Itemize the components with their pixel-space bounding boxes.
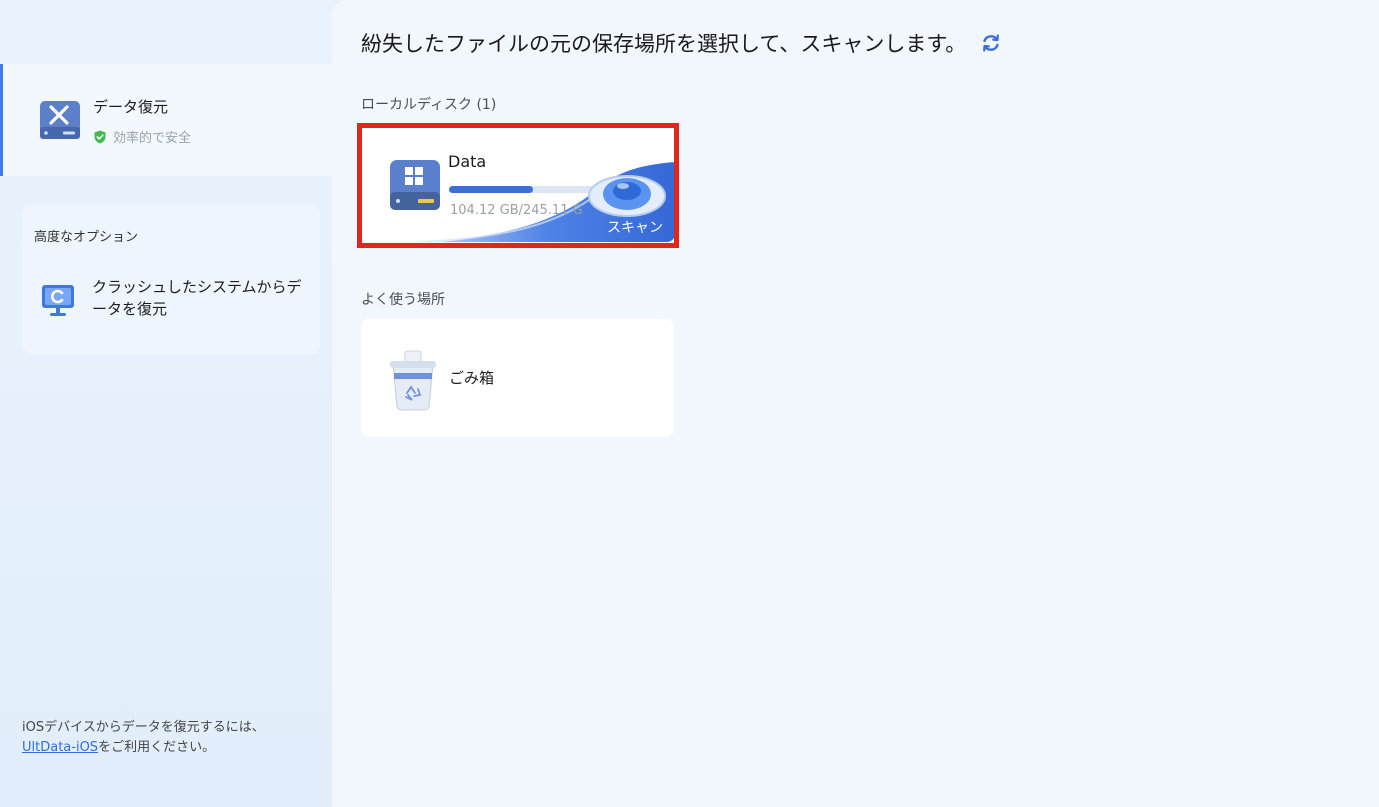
crashed-system-recovery-label: クラッシュしたシステムからデータを復元 [92,278,302,318]
disk-name: Data [448,152,487,171]
disk-card-data[interactable]: Data 104.12 GB/245.11 G スキャン [361,126,675,242]
windows-drive-icon [390,160,440,210]
ios-note-prefix: iOSデバイスからデータを復元するには、 [22,720,265,735]
advanced-options-heading: 高度なオプション [34,230,139,245]
ios-note-suffix: をご利用ください。 [98,740,216,755]
local-disk-section-label: ローカルディスク (1) [361,97,497,113]
page-title: 紛失したファイルの元の保存場所を選択して、スキャンします。 [361,28,1002,58]
main-panel: 紛失したファイルの元の保存場所を選択して、スキャンします。 ローカルディスク (… [332,0,1379,807]
trash-label: ごみ箱 [449,369,495,387]
crashed-system-recovery-option[interactable]: クラッシュしたシステムからデータを復元 [34,272,314,332]
advanced-options-card: 高度なオプション クラッシュしたシステムからデータを復元 [22,204,320,354]
sidebar: データ復元 効率的で安全 高度なオプション クラッシュしたシステムからデータを復… [0,0,332,807]
trash-location-card[interactable]: ごみ箱 [361,319,674,437]
frequent-locations-label: よく使う場所 [361,292,445,308]
sidebar-item-label: データ復元 [93,98,169,116]
disk-usage-fill [449,186,533,193]
sidebar-item-data-recovery[interactable]: データ復元 効率的で安全 [0,64,332,176]
ios-recovery-note: iOSデバイスからデータを復元するには、 UltData-iOSをご利用ください… [22,718,322,758]
safety-subtitle: 効率的で安全 [93,127,191,146]
ultdata-ios-link[interactable]: UltData-iOS [22,740,98,755]
page-title-text: 紛失したファイルの元の保存場所を選択して、スキャンします。 [361,32,967,56]
disk-size-text: 104.12 GB/245.11 G [450,203,583,218]
shield-check-icon [94,130,106,143]
monitor-recovery-icon [42,285,74,316]
refresh-icon[interactable] [980,32,1002,54]
subtitle-text: 効率的で安全 [113,131,192,146]
drive-repair-icon [40,101,80,139]
scan-button[interactable]: スキャン [607,217,663,237]
trash-bin-icon [390,350,436,411]
